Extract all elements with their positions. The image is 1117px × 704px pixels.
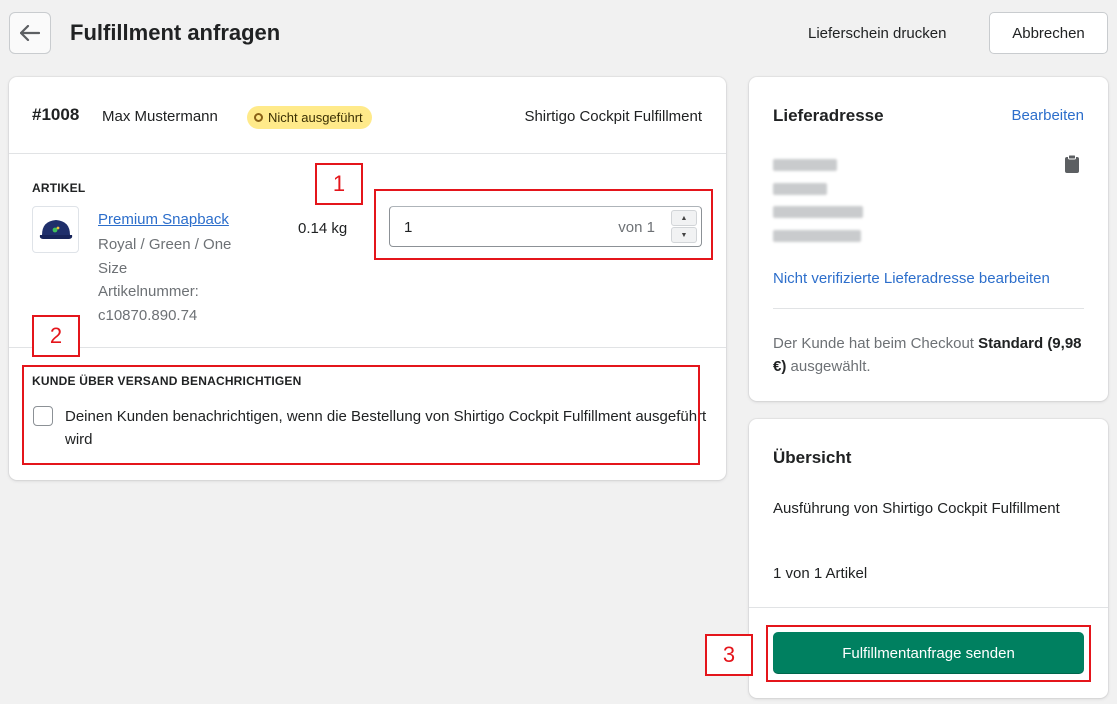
shipping-address-title: Lieferadresse [773,106,884,125]
summary-item-count: 1 von 1 Artikel [773,565,868,582]
product-weight: 0.14 kg [298,220,348,237]
edit-unverified-address-link[interactable]: Nicht verifizierte Lieferadresse bearbei… [773,270,1050,287]
product-link[interactable]: Premium Snapback [98,211,229,228]
summary-title: Übersicht [773,448,852,467]
annotation-label-1: 1 [315,163,363,205]
back-button[interactable] [9,12,51,54]
summary-execution: Ausführung von Shirtigo Cockpit Fulfillm… [773,500,1060,517]
snapback-cap-icon [39,219,72,239]
product-variant: Royal / Green / One Size [98,236,232,277]
address-line-redacted [773,183,827,195]
edit-address-button[interactable]: Bearbeiten [1011,107,1084,124]
clipboard-icon[interactable] [1064,154,1080,174]
items-section-label: ARTIKEL [32,181,86,195]
divider [749,607,1108,608]
fulfillment-provider: Shirtigo Cockpit Fulfillment [524,108,702,125]
checkout-note-prefix: Der Kunde hat beim Checkout [773,335,979,352]
shipping-address-card: Lieferadresse Bearbeiten Nicht verifizie… [749,77,1108,401]
divider [773,308,1084,309]
checkout-note-suffix: ausgewählt. [786,358,871,375]
cancel-button[interactable]: Abbrechen [989,12,1108,54]
divider [9,153,726,154]
product-details: Royal / Green / One Size Artikelnummer: … [98,233,258,327]
annotation-box-2 [22,365,700,465]
status-badge-label: Nicht ausgeführt [268,110,363,125]
status-badge: Nicht ausgeführt [247,106,372,129]
annotation-label-2: 2 [32,315,80,357]
customer-name: Max Mustermann [102,108,218,125]
status-dot-icon [254,113,263,122]
print-packing-slip-button[interactable]: Lieferschein drucken [808,25,946,42]
order-number: #1008 [32,105,80,124]
checkout-shipping-note: Der Kunde hat beim Checkout Standard (9,… [773,332,1083,378]
arrow-left-icon [20,25,40,41]
address-line-redacted [773,159,837,171]
address-line-redacted [773,206,863,218]
checkout-method: Standard [978,335,1044,352]
annotation-box-1 [374,189,713,260]
address-line-redacted [773,230,861,242]
annotation-box-3 [766,625,1091,682]
product-thumbnail[interactable] [32,206,79,253]
product-sku: Artikelnummer: c10870.890.74 [98,283,199,324]
page-title: Fulfillment anfragen [70,20,281,45]
divider [9,347,726,348]
annotation-label-3: 3 [705,634,753,676]
